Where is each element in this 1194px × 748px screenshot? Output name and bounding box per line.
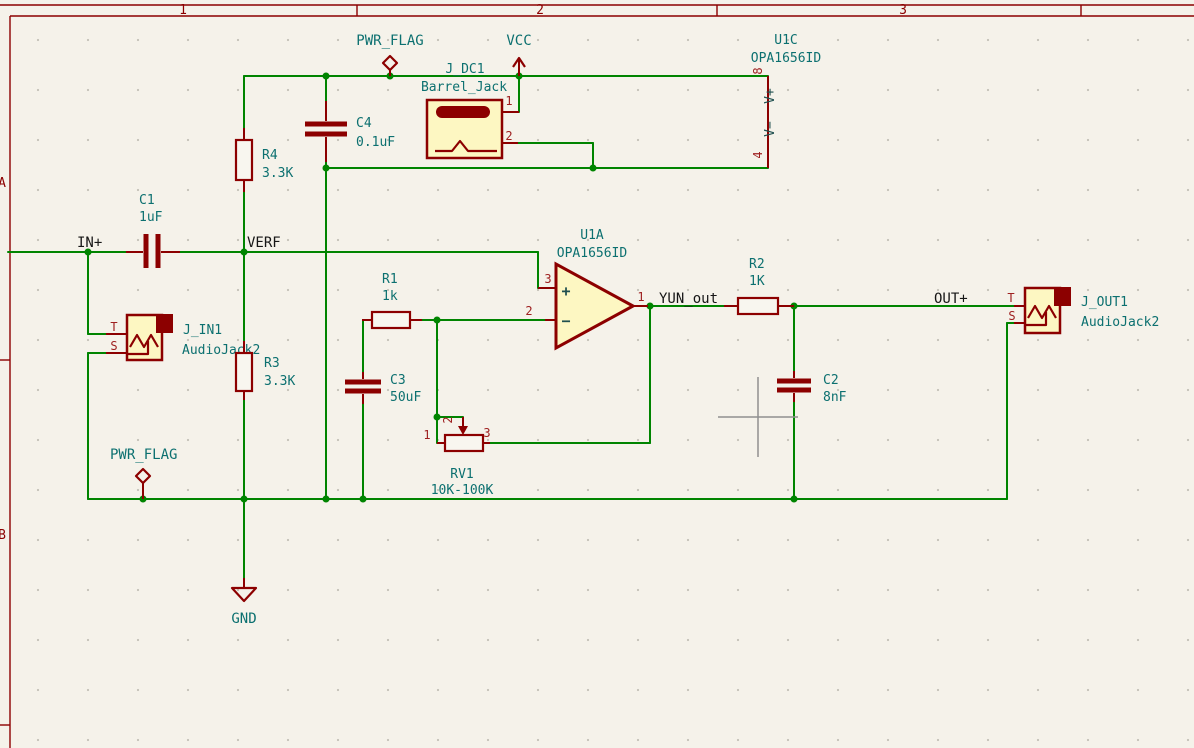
- gnd-symbol-icon: [232, 588, 256, 601]
- component-u1c[interactable]: 8 4 V+ V− U1C OPA1656ID: [751, 33, 822, 168]
- j-dc1-reference[interactable]: J_DC1: [445, 62, 484, 77]
- c4-value[interactable]: 0.1uF: [356, 135, 395, 150]
- pwr-flag-diamond-icon: [136, 469, 150, 483]
- frame-row-b: B: [0, 528, 6, 543]
- resistor-body-icon: [738, 298, 778, 314]
- frame-row-a: A: [0, 176, 6, 191]
- junction-dot[interactable]: [791, 496, 798, 503]
- r4-value[interactable]: 3.3K: [262, 166, 293, 181]
- r2-value[interactable]: 1K: [749, 274, 765, 289]
- rv1-value[interactable]: 10K-100K: [431, 483, 494, 498]
- junction-dot[interactable]: [323, 73, 330, 80]
- junction-dot[interactable]: [360, 496, 367, 503]
- component-gnd[interactable]: GND: [231, 578, 256, 627]
- resistor-body-icon: [445, 435, 483, 451]
- schematic-canvas[interactable]: 1 2 3 A B: [0, 0, 1194, 748]
- u1c-pin-8: 8: [751, 67, 765, 74]
- potentiometer-wiper-icon: [458, 426, 468, 435]
- c3-value[interactable]: 50uF: [390, 390, 421, 405]
- frame-column-1: 1: [179, 3, 187, 18]
- power-label-vcc[interactable]: VCC: [506, 33, 531, 49]
- opamp-plus-input-sign: +: [561, 282, 570, 300]
- opamp-minus-input-sign: −: [561, 312, 570, 330]
- rv1-pin-2: 2: [441, 416, 455, 423]
- junction-dot[interactable]: [241, 496, 248, 503]
- j-out1-pin-tip: T: [1007, 291, 1014, 305]
- component-r1[interactable]: R1 1k: [362, 272, 422, 328]
- frame-column-3: 3: [899, 3, 907, 18]
- u1c-pin-name-vminus: V−: [763, 121, 778, 137]
- c1-reference[interactable]: C1: [139, 193, 155, 208]
- u1a-pin-2: 2: [525, 304, 532, 318]
- c1-value[interactable]: 1uF: [139, 210, 163, 225]
- component-r3[interactable]: R3 3.3K: [236, 341, 295, 400]
- r3-value[interactable]: 3.3K: [264, 374, 295, 389]
- component-pwr-flag-top[interactable]: PWR_FLAG: [356, 33, 423, 76]
- j-in1-reference[interactable]: J_IN1: [183, 323, 222, 338]
- j-dc1-value[interactable]: Barrel_Jack: [421, 80, 507, 95]
- j-out1-value[interactable]: AudioJack2: [1081, 315, 1159, 330]
- pwr-flag-diamond-icon: [383, 56, 397, 70]
- jack-sleeve-block-icon: [156, 314, 173, 333]
- barrel-jack-pin-icon: [436, 106, 490, 118]
- resistor-body-icon: [372, 312, 410, 328]
- j-in1-pin-sleeve: S: [110, 339, 117, 353]
- component-pwr-flag-bottom[interactable]: PWR_FLAG: [110, 447, 177, 499]
- r3-reference[interactable]: R3: [264, 356, 280, 371]
- junction-dot[interactable]: [434, 317, 441, 324]
- junction-dot[interactable]: [590, 165, 597, 172]
- u1c-reference[interactable]: U1C: [774, 33, 797, 48]
- component-c3[interactable]: C3 50uF: [345, 372, 421, 405]
- r2-reference[interactable]: R2: [749, 257, 765, 272]
- power-label-pwr-flag-top[interactable]: PWR_FLAG: [356, 33, 423, 49]
- c4-reference[interactable]: C4: [356, 116, 372, 131]
- net-label-in-plus[interactable]: IN+: [77, 235, 102, 251]
- component-rv1[interactable]: 1 2 3 RV1 10K-100K: [423, 416, 493, 498]
- component-vcc[interactable]: VCC: [506, 33, 531, 76]
- c3-reference[interactable]: C3: [390, 373, 406, 388]
- j-dc1-pin-2: 2: [505, 129, 512, 143]
- c2-reference[interactable]: C2: [823, 373, 839, 388]
- component-c1[interactable]: C1 1uF: [126, 193, 180, 268]
- component-u1a[interactable]: + − 3 2 1 U1A OPA1656ID: [525, 228, 648, 348]
- opamp-triangle-icon: [556, 264, 633, 348]
- c2-value[interactable]: 8nF: [823, 390, 847, 405]
- sheet-frame: 1 2 3 A B: [0, 3, 1194, 748]
- j-out1-reference[interactable]: J_OUT1: [1081, 295, 1128, 310]
- component-c2[interactable]: C2 8nF: [777, 371, 847, 405]
- jack-sleeve-block-icon: [1054, 287, 1071, 306]
- power-label-gnd[interactable]: GND: [231, 611, 256, 627]
- component-j-out1[interactable]: T S J_OUT1 AudioJack2: [1007, 287, 1159, 333]
- r4-reference[interactable]: R4: [262, 148, 278, 163]
- resistor-body-icon: [236, 140, 252, 180]
- u1c-pin-4: 4: [751, 151, 765, 158]
- net-label-yun-out[interactable]: YUN_out: [659, 291, 718, 307]
- j-out1-pin-sleeve: S: [1008, 309, 1015, 323]
- frame-column-2: 2: [536, 3, 544, 18]
- junction-dot[interactable]: [323, 165, 330, 172]
- junction-dot[interactable]: [323, 496, 330, 503]
- component-c4[interactable]: C4 0.1uF: [305, 101, 395, 162]
- net-label-out-plus[interactable]: OUT+: [934, 291, 968, 307]
- junction-dot[interactable]: [434, 414, 441, 421]
- r1-value[interactable]: 1k: [382, 289, 398, 304]
- j-dc1-pin-1: 1: [505, 94, 512, 108]
- r1-reference[interactable]: R1: [382, 272, 398, 287]
- rv1-pin-1: 1: [423, 428, 430, 442]
- component-r4[interactable]: R4 3.3K: [236, 128, 293, 192]
- rv1-reference[interactable]: RV1: [450, 467, 473, 482]
- u1c-pin-name-vplus: V+: [763, 88, 778, 104]
- net-label-verf[interactable]: VERF: [247, 235, 281, 251]
- u1a-pin-1: 1: [637, 290, 644, 304]
- resistor-body-icon: [236, 353, 252, 391]
- component-r2[interactable]: R2 1K: [724, 257, 794, 314]
- u1a-pin-3: 3: [544, 272, 551, 286]
- power-label-pwr-flag-bottom[interactable]: PWR_FLAG: [110, 447, 177, 463]
- u1c-value[interactable]: OPA1656ID: [751, 51, 822, 66]
- u1a-reference[interactable]: U1A: [580, 228, 604, 243]
- u1a-value[interactable]: OPA1656ID: [557, 246, 628, 261]
- rv1-pin-3: 3: [483, 426, 490, 440]
- j-in1-pin-tip: T: [110, 320, 117, 334]
